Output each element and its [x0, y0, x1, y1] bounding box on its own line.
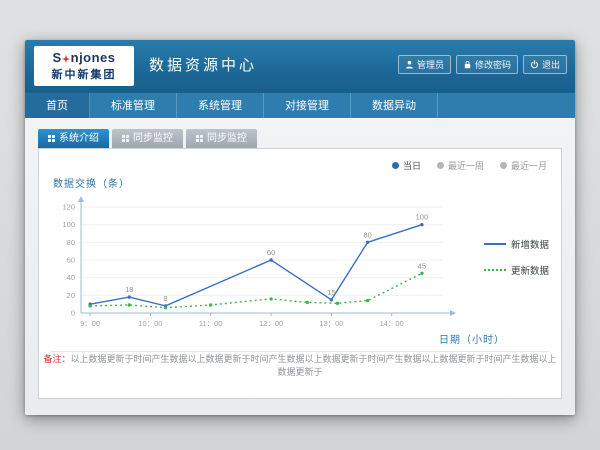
grid-icon: [122, 135, 129, 142]
series-label: 更新数据: [511, 263, 549, 277]
change-password-label: 修改密码: [475, 58, 511, 71]
logout-label: 退出: [542, 58, 560, 71]
nav-item-data-change[interactable]: 数据异动: [351, 93, 438, 118]
legend-new-data: 新增数据: [484, 237, 549, 251]
svg-text:13：00: 13：00: [319, 319, 343, 328]
admin-user-label: 管理员: [417, 58, 444, 71]
filter-today[interactable]: 当日: [392, 159, 421, 172]
logo-wordmark: Snjones: [34, 51, 134, 65]
nav-item-system-mgmt[interactable]: 系统管理: [177, 93, 264, 118]
tab-label: 系统介绍: [59, 129, 99, 148]
legend-line-sample: [484, 269, 506, 271]
svg-text:80: 80: [363, 230, 371, 239]
logo-text-right: njones: [71, 50, 116, 65]
app-title: 数据资源中心: [149, 40, 257, 92]
legend-dot: [392, 162, 399, 169]
power-icon: [530, 60, 539, 69]
series-label: 新增数据: [511, 237, 549, 251]
app-window: Snjones 新中新集团 数据资源中心 管理员 修改密码 退出 首页 标准管理…: [25, 40, 575, 415]
nav-item-integration-mgmt[interactable]: 对接管理: [264, 93, 351, 118]
svg-text:0: 0: [71, 309, 75, 318]
svg-text:60: 60: [67, 256, 75, 265]
grid-icon: [48, 135, 55, 142]
tab-label: 同步监控: [207, 129, 247, 148]
footnote-prefix: 备注：: [43, 354, 70, 364]
main-nav: 首页 标准管理 系统管理 对接管理 数据异动: [25, 92, 575, 118]
lock-icon: [463, 60, 472, 69]
filter-last-month[interactable]: 最近一月: [500, 159, 547, 172]
svg-text:100: 100: [62, 220, 75, 229]
svg-text:15: 15: [327, 288, 335, 297]
svg-text:12：00: 12：00: [259, 319, 283, 328]
tab-sync-monitor-2[interactable]: 同步监控: [186, 129, 257, 148]
tab-bar: 系统介绍 同步监控 同步监控: [38, 129, 257, 148]
legend-dot: [437, 162, 444, 169]
svg-text:20: 20: [67, 291, 75, 300]
change-password-button[interactable]: 修改密码: [456, 55, 518, 74]
logout-button[interactable]: 退出: [523, 55, 567, 74]
svg-text:60: 60: [267, 248, 275, 257]
logo-text-left: S: [52, 50, 61, 65]
footnote: 备注：以上数据更新于时间产生数据以上数据更新于时间产生数据以上数据更新于时间产生…: [39, 352, 561, 378]
filter-last-week[interactable]: 最近一周: [437, 159, 484, 172]
svg-text:18: 18: [125, 285, 133, 294]
svg-text:45: 45: [418, 261, 426, 270]
svg-text:10：00: 10：00: [138, 319, 162, 328]
chart-panel: 当日 最近一周 最近一月 数据交换（条） 0 20 40 60 80 100 120 9：00…: [38, 148, 562, 399]
user-actions: 管理员 修改密码 退出: [398, 55, 567, 74]
legend-dot: [500, 162, 507, 169]
svg-text:8: 8: [163, 294, 167, 303]
svg-text:80: 80: [67, 238, 75, 247]
filter-label: 当日: [403, 159, 421, 172]
x-axis-title: 日期（小时）: [439, 331, 505, 346]
line-chart: 0 20 40 60 80 100 120 9：00 10：00 11：00 12：00 13：00 1…: [51, 193, 481, 345]
admin-user-button[interactable]: 管理员: [398, 55, 451, 74]
logo-star-icon: [62, 55, 70, 63]
footnote-text: 以上数据更新于时间产生数据以上数据更新于时间产生数据以上数据更新于时间产生数据以…: [71, 354, 557, 377]
tab-sync-monitor-1[interactable]: 同步监控: [112, 129, 183, 148]
svg-text:14：00: 14：00: [380, 319, 404, 328]
svg-text:120: 120: [62, 203, 75, 212]
nav-item-standard-mgmt[interactable]: 标准管理: [90, 93, 177, 118]
filter-label: 最近一周: [448, 159, 484, 172]
app-header: Snjones 新中新集团 数据资源中心 管理员 修改密码 退出: [25, 40, 575, 92]
tab-label: 同步监控: [133, 129, 173, 148]
svg-text:11：00: 11：00: [199, 319, 223, 328]
grid-icon: [196, 135, 203, 142]
svg-text:9：00: 9：00: [80, 319, 100, 328]
tab-system-intro[interactable]: 系统介绍: [38, 129, 109, 148]
svg-text:40: 40: [67, 273, 75, 282]
time-filter-legend: 当日 最近一周 最近一月: [392, 159, 547, 172]
logo-company-name: 新中新集团: [34, 66, 134, 82]
nav-item-home[interactable]: 首页: [25, 93, 90, 118]
filter-label: 最近一月: [511, 159, 547, 172]
company-logo: Snjones 新中新集团: [34, 46, 134, 86]
content-area: 系统介绍 同步监控 同步监控 当日 最近一周: [25, 119, 575, 415]
user-icon: [405, 60, 414, 69]
y-axis-title: 数据交换（条）: [53, 175, 130, 190]
svg-text:100: 100: [416, 213, 429, 222]
legend-update-data: 更新数据: [484, 263, 549, 277]
series-legend: 新增数据 更新数据: [484, 237, 549, 289]
legend-line-sample: [484, 243, 506, 245]
